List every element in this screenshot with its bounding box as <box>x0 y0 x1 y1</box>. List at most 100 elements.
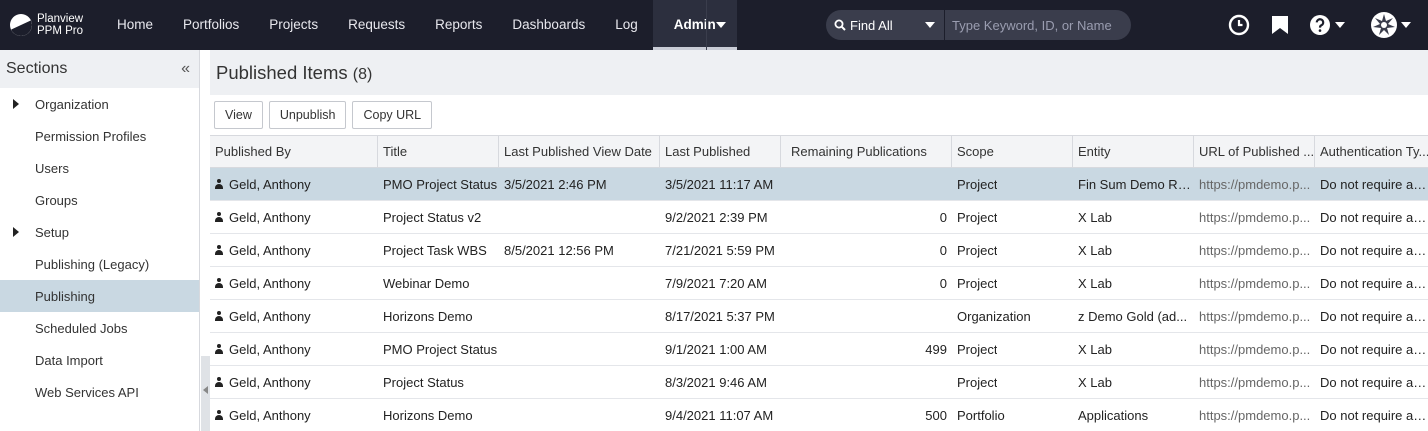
cell-published-by-text: Geld, Anthony <box>229 209 311 225</box>
column-header-last-published[interactable]: Last Published <box>660 136 781 167</box>
sidebar-item-publishing-legacy[interactable]: Publishing (Legacy) <box>0 248 199 280</box>
sidebar-item-users[interactable]: Users <box>0 152 199 184</box>
search-bar: Find All <box>826 10 1131 40</box>
column-header-authentication-type[interactable]: Authentication Ty... <box>1315 136 1428 167</box>
table-row[interactable]: Geld, Anthony PMO Project Status 3/5/2021 … <box>210 168 1428 201</box>
column-header-url[interactable]: URL of Published ... <box>1194 136 1315 167</box>
nav-more-button[interactable] <box>706 0 734 50</box>
splitter-handle-icon[interactable] <box>201 356 210 431</box>
cell-url-text: https://pmdemo.p... <box>1199 308 1311 324</box>
table-row[interactable]: Geld, Anthony Project Task WBS 8/5/2021 12… <box>210 234 1428 267</box>
main-content: Published Items (8) View Unpublish Copy … <box>210 50 1428 431</box>
view-button[interactable]: View <box>214 101 263 129</box>
nav-dashboards[interactable]: Dashboards <box>497 0 600 50</box>
sidebar-item-setup[interactable]: Setup <box>0 216 199 248</box>
cell-scope: Organization <box>952 300 1073 332</box>
cell-title: Webinar Demo <box>378 267 499 299</box>
expand-arrow-icon[interactable] <box>13 99 19 109</box>
cell-title: PMO Project Status <box>378 333 499 365</box>
sidebar-item-data-import[interactable]: Data Import <box>0 344 199 376</box>
cell-url[interactable]: https://pmdemo.p... <box>1194 201 1315 233</box>
cell-remaining <box>781 168 952 200</box>
table-row[interactable]: Geld, Anthony PMO Project Status 9/1/2021 … <box>210 333 1428 366</box>
cell-published-by: Geld, Anthony <box>210 201 378 233</box>
column-header-entity[interactable]: Entity <box>1073 136 1194 167</box>
search-icon <box>834 19 846 31</box>
search-type-label: Find All <box>850 17 893 33</box>
sidebar-splitter[interactable] <box>200 50 210 431</box>
user-icon <box>215 410 223 420</box>
expand-arrow-icon[interactable] <box>13 227 19 237</box>
column-header-remaining-publications[interactable]: Remaining Publications <box>781 136 952 167</box>
cell-published-by-text: Geld, Anthony <box>229 308 311 324</box>
cell-title-text: Project Task WBS <box>383 242 487 258</box>
user-menu-button[interactable] <box>1369 0 1411 50</box>
sidebar-item-groups[interactable]: Groups <box>0 184 199 216</box>
nav-portfolios[interactable]: Portfolios <box>168 0 254 50</box>
cell-url[interactable]: https://pmdemo.p... <box>1194 333 1315 365</box>
cell-title: Horizons Demo <box>378 399 499 431</box>
cell-url-text: https://pmdemo.p... <box>1199 176 1311 192</box>
brand-line-2: PPM Pro <box>37 25 84 37</box>
cell-view-date <box>499 201 660 233</box>
table-row[interactable]: Geld, Anthony Horizons Demo 9/4/2021 11:07… <box>210 399 1428 431</box>
cell-auth-type-text: Do not require an... <box>1320 242 1428 258</box>
planview-logo[interactable]: Planview PPM Pro <box>10 11 83 39</box>
nav-requests[interactable]: Requests <box>333 0 420 50</box>
table-row[interactable]: Geld, Anthony Project Status v2 9/2/2021 2… <box>210 201 1428 234</box>
nav-reports[interactable]: Reports <box>420 0 497 50</box>
search-input[interactable] <box>945 10 1131 40</box>
cell-url[interactable]: https://pmdemo.p... <box>1194 399 1315 431</box>
sidebar-item-publishing[interactable]: Publishing <box>0 280 199 312</box>
page-title: Published Items (8) <box>216 61 373 83</box>
sidebar-item-permission-profiles[interactable]: Permission Profiles <box>0 120 199 152</box>
cell-title: PMO Project Status <box>378 168 499 200</box>
cell-view-date-text: 8/5/2021 12:56 PM <box>504 242 614 258</box>
cell-last-published-text: 8/17/2021 5:37 PM <box>665 308 775 324</box>
cell-url[interactable]: https://pmdemo.p... <box>1194 366 1315 398</box>
page-header: Published Items (8) <box>210 50 1428 95</box>
cell-view-date <box>499 300 660 332</box>
clock-button[interactable] <box>1226 0 1252 50</box>
sidebar-item-scheduled-jobs[interactable]: Scheduled Jobs <box>0 312 199 344</box>
column-header-title[interactable]: Title <box>378 136 499 167</box>
sidebar-item-web-services-api[interactable]: Web Services API <box>0 376 199 408</box>
cell-url[interactable]: https://pmdemo.p... <box>1194 267 1315 299</box>
cell-scope-text: Project <box>957 341 998 357</box>
cell-view-date-text: 3/5/2021 2:46 PM <box>504 176 607 192</box>
user-icon <box>215 344 223 354</box>
nav-home[interactable]: Home <box>102 0 168 50</box>
cell-url-text: https://pmdemo.p... <box>1199 407 1311 423</box>
cell-remaining <box>781 366 952 398</box>
cell-last-published-text: 9/1/2021 1:00 AM <box>665 341 767 357</box>
search-type-select[interactable]: Find All <box>826 10 945 40</box>
cell-title: Project Status <box>378 366 499 398</box>
column-header-scope[interactable]: Scope <box>952 136 1073 167</box>
bookmark-button[interactable] <box>1270 0 1290 50</box>
column-header-last-published-view-date[interactable]: Last Published View Date <box>499 136 660 167</box>
collapse-sidebar-icon[interactable]: « <box>181 60 190 78</box>
table-row[interactable]: Geld, Anthony Project Status 8/3/2021 9:46… <box>210 366 1428 399</box>
cell-auth-type-text: Do not require an... <box>1320 275 1428 291</box>
cell-url[interactable]: https://pmdemo.p... <box>1194 234 1315 266</box>
nav-log[interactable]: Log <box>600 0 653 50</box>
table-row[interactable]: Geld, Anthony Webinar Demo 7/9/2021 7:20 A… <box>210 267 1428 300</box>
help-button[interactable] <box>1309 0 1345 50</box>
cell-published-by-text: Geld, Anthony <box>229 341 311 357</box>
cell-entity-text: Fin Sum Demo Re... <box>1078 176 1194 192</box>
unpublish-button[interactable]: Unpublish <box>268 101 347 129</box>
sidebar-item-organization[interactable]: Organization <box>0 88 199 120</box>
cell-scope-text: Project <box>957 242 998 258</box>
cell-last-published: 9/4/2021 11:07 AM <box>660 399 781 431</box>
nav-projects[interactable]: Projects <box>254 0 333 50</box>
cell-url[interactable]: https://pmdemo.p... <box>1194 168 1315 200</box>
column-header-published-by[interactable]: Published By <box>210 136 378 167</box>
cell-published-by-text: Geld, Anthony <box>229 374 311 390</box>
cell-entity-text: X Lab <box>1078 275 1112 291</box>
cell-view-date <box>499 267 660 299</box>
table-row[interactable]: Geld, Anthony Horizons Demo 8/17/2021 5:37… <box>210 300 1428 333</box>
copy-url-button[interactable]: Copy URL <box>352 101 433 129</box>
cell-scope: Portfolio <box>952 399 1073 431</box>
cell-entity: Fin Sum Demo Re... <box>1073 168 1194 200</box>
cell-url[interactable]: https://pmdemo.p... <box>1194 300 1315 332</box>
